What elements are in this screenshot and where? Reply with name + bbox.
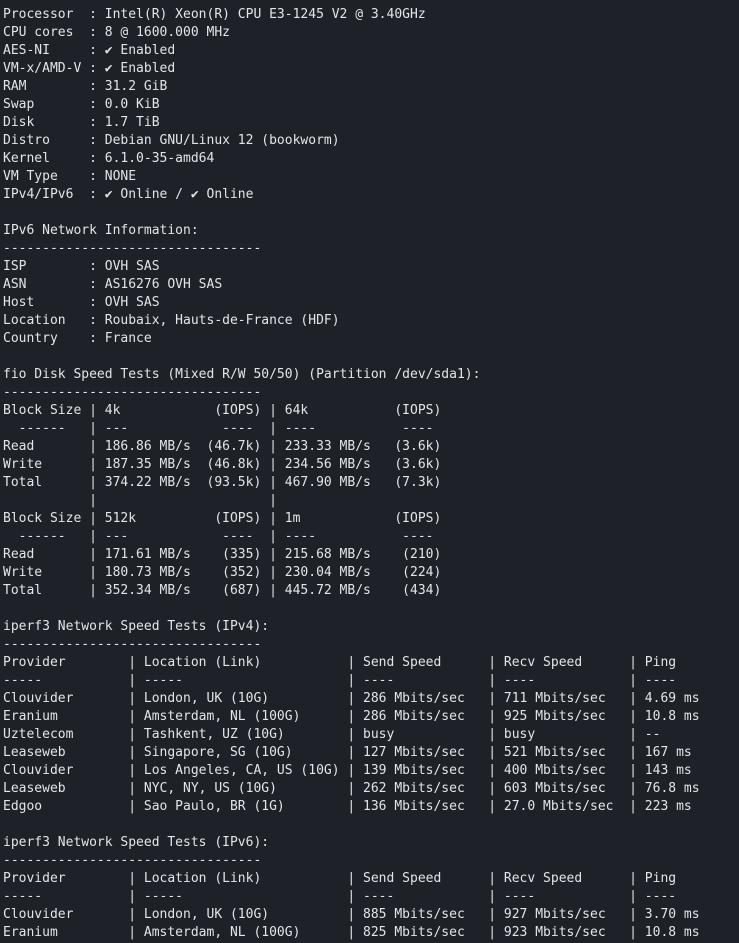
terminal-line: Swap : 0.0 KiB <box>3 97 160 112</box>
terminal-line: Processor : Intel(R) Xeon(R) CPU E3-1245… <box>3 7 426 22</box>
terminal-line: Location : Roubaix, Hauts-de-France (HDF… <box>3 313 340 328</box>
terminal-line: Uztelecom | Tashkent, UZ (10G) | busy | … <box>3 727 661 742</box>
terminal-line: Leaseweb | NYC, NY, US (10G) | 262 Mbits… <box>3 781 700 796</box>
terminal-line: Read | 171.61 MB/s (335) | 215.68 MB/s (… <box>3 547 442 562</box>
terminal-line: Disk : 1.7 TiB <box>3 115 160 130</box>
terminal-line: Provider | Location (Link) | Send Speed … <box>3 871 677 886</box>
terminal-line: Write | 180.73 MB/s (352) | 230.04 MB/s … <box>3 565 442 580</box>
terminal-line: --------------------------------- <box>3 637 262 652</box>
terminal-line: Clouvider | London, UK (10G) | 286 Mbits… <box>3 691 700 706</box>
terminal-line: Total | 374.22 MB/s (93.5k) | 467.90 MB/… <box>3 475 442 490</box>
terminal-line: ----- | ----- | ---- | ---- | ---- <box>3 673 677 688</box>
terminal-line: Block Size | 4k (IOPS) | 64k (IOPS) <box>3 403 442 418</box>
terminal-line: AES-NI : ✔ Enabled <box>3 43 176 58</box>
terminal-line: Read | 186.86 MB/s (46.7k) | 233.33 MB/s… <box>3 439 442 454</box>
terminal-line: Leaseweb | Singapore, SG (10G) | 127 Mbi… <box>3 745 692 760</box>
terminal-line: Write | 187.35 MB/s (46.8k) | 234.56 MB/… <box>3 457 442 472</box>
terminal-line: iperf3 Network Speed Tests (IPv6): <box>3 835 270 850</box>
terminal-line: ------ | --- ---- | ---- ---- <box>3 421 434 436</box>
terminal-line: RAM : 31.2 GiB <box>3 79 168 94</box>
terminal-line: | | <box>3 493 277 508</box>
terminal-line: ASN : AS16276 OVH SAS <box>3 277 223 292</box>
terminal-line: --------------------------------- <box>3 853 262 868</box>
terminal-line: Country : France <box>3 331 152 346</box>
terminal-line: --------------------------------- <box>3 241 262 256</box>
terminal-line: Eranium | Amsterdam, NL (100G) | 286 Mbi… <box>3 709 700 724</box>
terminal-line: IPv4/IPv6 : ✔ Online / ✔ Online <box>3 187 254 202</box>
terminal-line: VM-x/AMD-V : ✔ Enabled <box>3 61 176 76</box>
terminal-line: ----- | ----- | ---- | ---- | ---- <box>3 889 677 904</box>
terminal-line: CPU cores : 8 @ 1600.000 MHz <box>3 25 230 40</box>
terminal-line: Kernel : 6.1.0-35-amd64 <box>3 151 215 166</box>
terminal-line: ISP : OVH SAS <box>3 259 160 274</box>
terminal-line: Clouvider | London, UK (10G) | 885 Mbits… <box>3 907 700 922</box>
terminal-line: --------------------------------- <box>3 385 262 400</box>
terminal-line: Clouvider | Los Angeles, CA, US (10G) | … <box>3 763 692 778</box>
terminal-line: VM Type : NONE <box>3 169 137 184</box>
terminal-output: Processor : Intel(R) Xeon(R) CPU E3-1245… <box>3 6 739 943</box>
terminal-line: iperf3 Network Speed Tests (IPv4): <box>3 619 270 634</box>
terminal-line: Block Size | 512k (IOPS) | 1m (IOPS) <box>3 511 442 526</box>
terminal-line: Total | 352.34 MB/s (687) | 445.72 MB/s … <box>3 583 442 598</box>
terminal-line: ------ | --- ---- | ---- ---- <box>3 529 434 544</box>
terminal-line: Host : OVH SAS <box>3 295 160 310</box>
terminal-line: Eranium | Amsterdam, NL (100G) | 825 Mbi… <box>3 925 700 940</box>
terminal-line: fio Disk Speed Tests (Mixed R/W 50/50) (… <box>3 367 481 382</box>
terminal-line: Provider | Location (Link) | Send Speed … <box>3 655 677 670</box>
terminal-line: Edgoo | Sao Paulo, BR (1G) | 136 Mbits/s… <box>3 799 692 814</box>
terminal-line: Distro : Debian GNU/Linux 12 (bookworm) <box>3 133 340 148</box>
terminal-line: IPv6 Network Information: <box>3 223 199 238</box>
